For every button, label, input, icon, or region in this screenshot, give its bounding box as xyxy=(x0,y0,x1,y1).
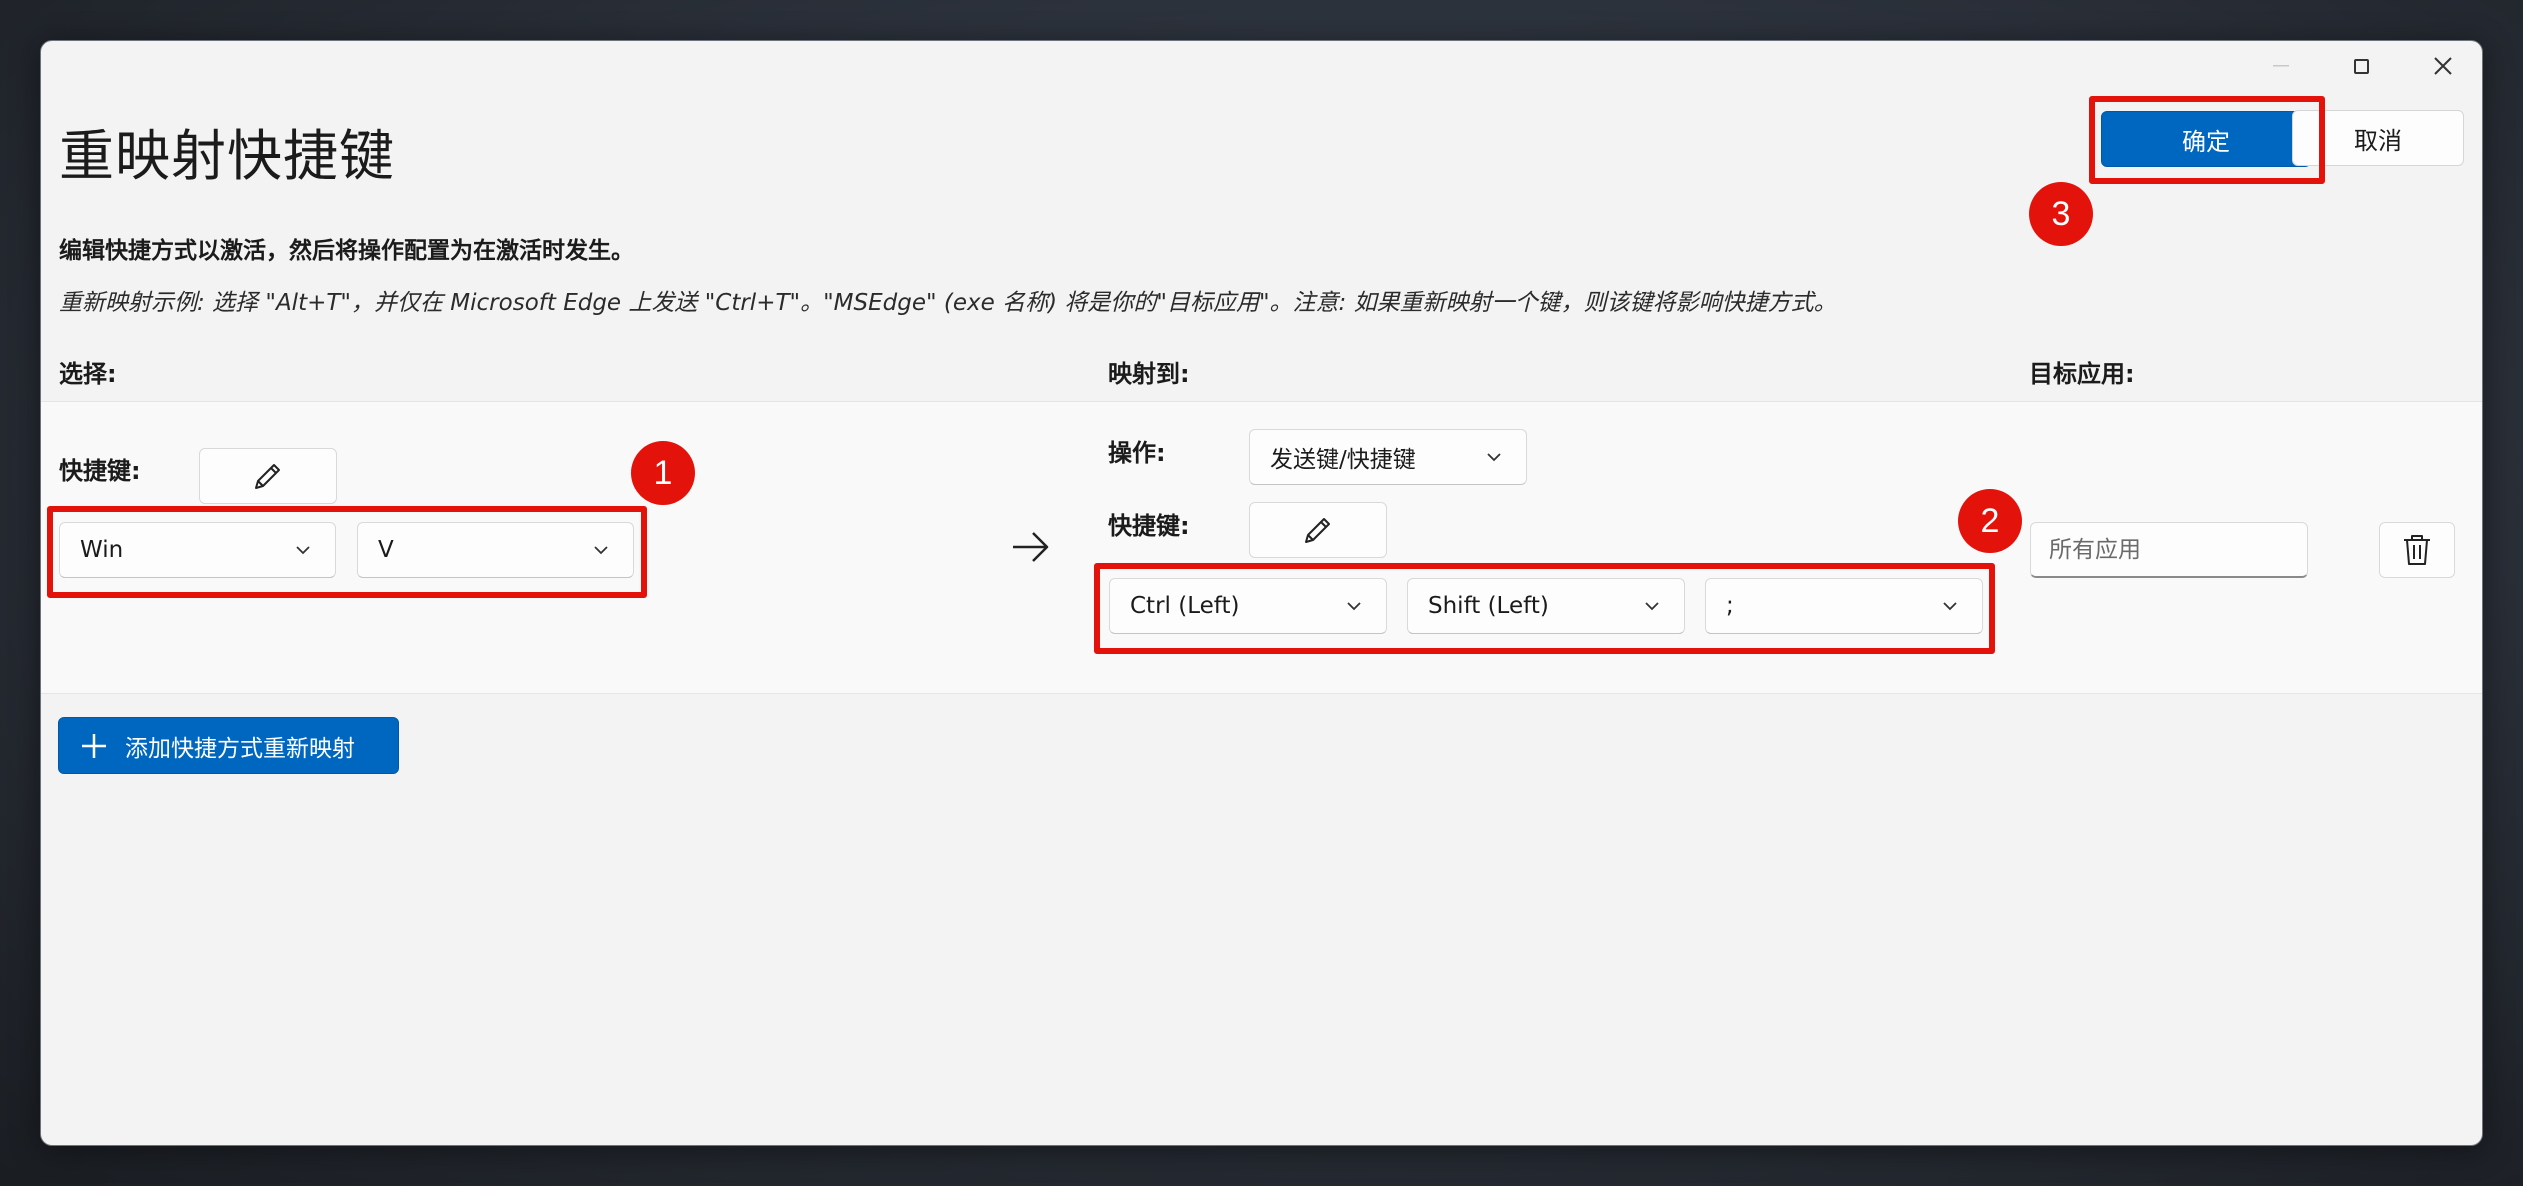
pencil-icon xyxy=(255,464,280,489)
pencil-icon xyxy=(1305,518,1330,543)
annotation-badge-2: 2 xyxy=(1958,489,2022,553)
trash-icon xyxy=(2404,535,2430,565)
maximize-icon xyxy=(2353,58,2369,74)
annotation-badge-1: 1 xyxy=(631,441,695,505)
annotation-box-3 xyxy=(2089,96,2325,184)
select-edit-button[interactable] xyxy=(199,448,337,504)
annotation-box-1 xyxy=(47,506,647,598)
plus-icon xyxy=(82,733,106,758)
annotation-box-2 xyxy=(1094,563,1995,654)
map-to-shortcut-label: 快捷键: xyxy=(1108,512,1190,540)
annotation-badge-3: 3 xyxy=(2029,182,2093,246)
map-to-edit-button[interactable] xyxy=(1249,502,1387,558)
close-icon xyxy=(2434,57,2452,75)
arrow-right-icon xyxy=(1013,532,1049,562)
example-text: 重新映射示例: 选择 "Alt+T"，并仅在 Microsoft Edge 上发… xyxy=(59,290,1837,316)
action-label: 操作: xyxy=(1108,439,1166,467)
minimize-icon xyxy=(2273,65,2289,67)
column-header-map-to: 映射到: xyxy=(1108,360,1190,388)
action-value: 发送键/快捷键 xyxy=(1270,447,1416,473)
remap-shortcuts-window: 重映射快捷键 确定 取消 编辑快捷方式以激活，然后将操作配置为在激活时发生。 重… xyxy=(40,40,2483,1146)
column-header-target-app: 目标应用: xyxy=(2029,360,2135,388)
maximize-button[interactable] xyxy=(2321,41,2401,91)
add-shortcut-remap-label: 添加快捷方式重新映射 xyxy=(125,735,355,762)
action-dropdown[interactable]: 发送键/快捷键 xyxy=(1249,429,1527,485)
chevron-down-icon xyxy=(1487,453,1501,462)
close-button[interactable] xyxy=(2403,41,2482,91)
column-header-select: 选择: xyxy=(59,360,117,388)
delete-row-button[interactable] xyxy=(2379,522,2455,578)
page-title: 重映射快捷键 xyxy=(59,124,396,188)
instruction-text: 编辑快捷方式以激活，然后将操作配置为在激活时发生。 xyxy=(59,238,634,264)
target-app-input[interactable] xyxy=(2030,522,2308,578)
add-shortcut-remap-button[interactable]: 添加快捷方式重新映射 xyxy=(58,717,399,774)
minimize-button[interactable] xyxy=(2241,41,2321,91)
select-shortcut-label: 快捷键: xyxy=(59,457,141,485)
